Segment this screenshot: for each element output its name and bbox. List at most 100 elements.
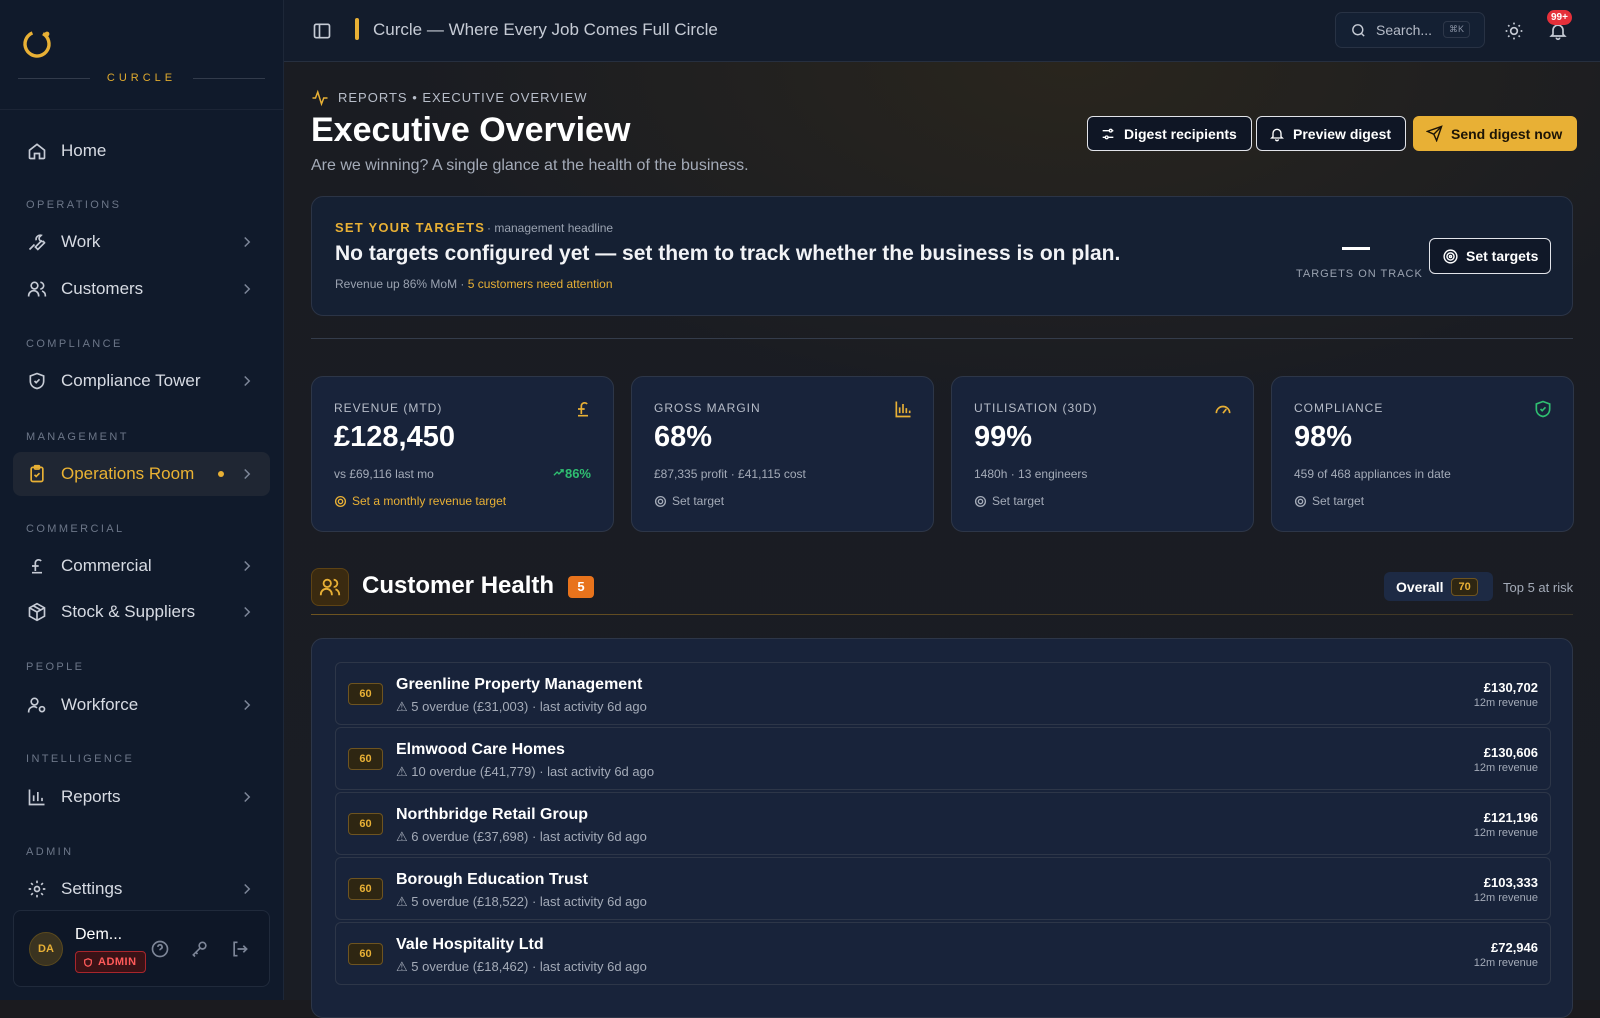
sidebar-section-compliance: COMPLIANCE: [26, 338, 123, 350]
customer-meta: ⚠ 10 overdue (£41,779) · last activity 6…: [396, 764, 655, 779]
kpi-card-compliance[interactable]: COMPLIANCE 98% 459 of 468 appliances in …: [1271, 376, 1574, 532]
curcle-logo-icon[interactable]: [20, 26, 54, 60]
overall-score: 70: [1451, 577, 1478, 596]
bar-chart-icon: [26, 786, 48, 808]
chevron-right-icon: [244, 560, 251, 572]
gear-icon: [26, 878, 48, 900]
kpi-subtext: 1480h · 13 engineers: [974, 467, 1088, 481]
sidebar-toggle-icon[interactable]: [312, 21, 332, 41]
kpi-card-utilisation[interactable]: UTILISATION (30D) 99% 1480h · 13 enginee…: [951, 376, 1254, 532]
customer-revenue: £130,606: [1483, 745, 1538, 760]
overall-label: Overall: [1396, 578, 1444, 595]
sidebar-section-management: MANAGEMENT: [26, 431, 129, 443]
customer-revenue-caption: 12m revenue: [1473, 827, 1538, 839]
customer-name: Borough Education Trust: [396, 871, 588, 888]
customer-revenue: £121,196: [1483, 810, 1538, 825]
user-name: Dem...: [75, 926, 123, 943]
sidebar-item-work[interactable]: Work: [13, 220, 270, 264]
kpi-value: 98%: [1294, 421, 1353, 453]
kpi-target-link[interactable]: Set target: [974, 494, 1044, 508]
sidebar-item-reports[interactable]: Reports: [13, 775, 270, 819]
customer-row[interactable]: 60 Greenline Property Management ⚠ 5 ove…: [335, 662, 1551, 725]
trend-up-icon: [553, 469, 564, 476]
send-digest-button[interactable]: Send digest now: [1413, 116, 1578, 151]
kpi-target-label: Set a monthly revenue target: [352, 494, 507, 508]
targets-label-note: · management headline: [487, 221, 614, 235]
chevron-right-icon: [244, 468, 251, 480]
preview-digest-button[interactable]: Preview digest: [1256, 116, 1407, 151]
kpi-target-label: Set target: [672, 494, 725, 508]
sidebar-item-label: Settings: [61, 879, 123, 898]
sidebar-section-operations: OPERATIONS: [26, 199, 122, 211]
key-icon[interactable]: [190, 939, 210, 959]
kpi-target-label: Set target: [992, 494, 1045, 508]
kpi-label: UTILISATION (30D): [974, 401, 1098, 415]
users-icon: [26, 278, 48, 300]
targets-summary-text: Revenue up 86% MoM ·: [335, 277, 465, 291]
shield-icon: [26, 370, 48, 392]
sidebar-item-settings[interactable]: Settings: [13, 867, 270, 911]
sidebar-item-label: Stock & Suppliers: [61, 602, 196, 621]
customer-row[interactable]: 60 Vale Hospitality Ltd ⚠ 5 overdue (£18…: [335, 922, 1551, 985]
sidebar-item-commercial[interactable]: Commercial: [13, 544, 270, 588]
sun-icon[interactable]: [1504, 21, 1524, 41]
digest-recipients-button[interactable]: Digest recipients: [1087, 116, 1252, 151]
section-underline: [311, 614, 1573, 615]
sidebar-item-customers[interactable]: Customers: [13, 267, 270, 311]
customer-name: Greenline Property Management: [396, 676, 643, 693]
avatar[interactable]: DA: [29, 932, 63, 966]
role-label: ADMIN: [98, 956, 137, 968]
chevron-right-icon: [244, 883, 251, 895]
kpi-target-link[interactable]: Set target: [654, 494, 724, 508]
wrench-icon: [26, 231, 48, 253]
kpi-target-link[interactable]: Set target: [1294, 494, 1364, 508]
logout-icon[interactable]: [230, 939, 250, 959]
target-icon: [334, 495, 347, 507]
activity-icon: [312, 89, 328, 107]
kpi-target-link[interactable]: Set a monthly revenue target: [334, 494, 506, 508]
search-placeholder: Search...: [1376, 22, 1433, 38]
sidebar-item-operations-room[interactable]: Operations Room: [13, 452, 270, 496]
sidebar-item-home[interactable]: Home: [13, 129, 270, 173]
help-icon[interactable]: [150, 939, 170, 959]
customer-health-title: Customer Health: [362, 572, 555, 599]
search-shortcut: ⌘K: [1442, 21, 1470, 38]
targets-card: SET YOUR TARGETS · management headline N…: [311, 196, 1573, 316]
sidebar-item-label: Commercial: [61, 556, 152, 575]
targets-headline: No targets configured yet — set them to …: [335, 242, 1121, 265]
preview-digest-label: Preview digest: [1293, 125, 1392, 142]
customer-revenue-caption: 12m revenue: [1473, 957, 1538, 969]
digest-recipients-label: Digest recipients: [1124, 125, 1237, 142]
home-icon: [26, 140, 48, 162]
shield-check-icon: [1535, 400, 1551, 418]
customer-row[interactable]: 60 Borough Education Trust ⚠ 5 overdue (…: [335, 857, 1551, 920]
chevron-right-icon: [244, 791, 251, 803]
sidebar-item-workforce[interactable]: Workforce: [13, 683, 270, 727]
overall-score-toggle[interactable]: Overall 70: [1384, 572, 1493, 601]
sidebar-item-stock-suppliers[interactable]: Stock & Suppliers: [13, 590, 270, 634]
sidebar-item-label: Operations Room: [61, 464, 195, 483]
customer-row[interactable]: 60 Northbridge Retail Group ⚠ 6 overdue …: [335, 792, 1551, 855]
sidebar-section-people: PEOPLE: [26, 661, 85, 673]
send-digest-label: Send digest now: [1451, 125, 1563, 142]
user-card: DA Dem... ADMIN: [13, 910, 270, 987]
kpi-card-gross-margin[interactable]: GROSS MARGIN 68% £87,335 profit · £41,11…: [631, 376, 934, 532]
kpi-card-revenue[interactable]: REVENUE (MTD) £128,450 vs £69,116 last m…: [311, 376, 614, 532]
kpi-subtext: vs £69,116 last mo: [334, 467, 434, 481]
kpi-value: 99%: [974, 421, 1033, 453]
sidebar-item-label: Home: [61, 141, 107, 160]
attention-link[interactable]: 5 customers need attention: [468, 277, 613, 291]
target-icon: [974, 495, 987, 507]
sidebar-section-admin: ADMIN: [26, 846, 74, 858]
customer-row[interactable]: 60 Elmwood Care Homes ⚠ 10 overdue (£41,…: [335, 727, 1551, 790]
bar-chart-icon: [895, 401, 911, 418]
kpi-trend: 86%: [552, 466, 591, 481]
kpi-subtext: 459 of 468 appliances in date: [1294, 467, 1451, 481]
sidebar-section-intelligence: INTELLIGENCE: [26, 753, 135, 765]
set-targets-button[interactable]: Set targets: [1429, 238, 1551, 274]
sidebar-item-compliance-tower[interactable]: Compliance Tower: [13, 359, 270, 403]
customer-health-list: 60 Greenline Property Management ⚠ 5 ove…: [311, 638, 1573, 1018]
search-input[interactable]: Search... ⌘K: [1335, 12, 1485, 48]
active-indicator-dot: [218, 471, 224, 477]
send-icon: [1426, 125, 1443, 142]
